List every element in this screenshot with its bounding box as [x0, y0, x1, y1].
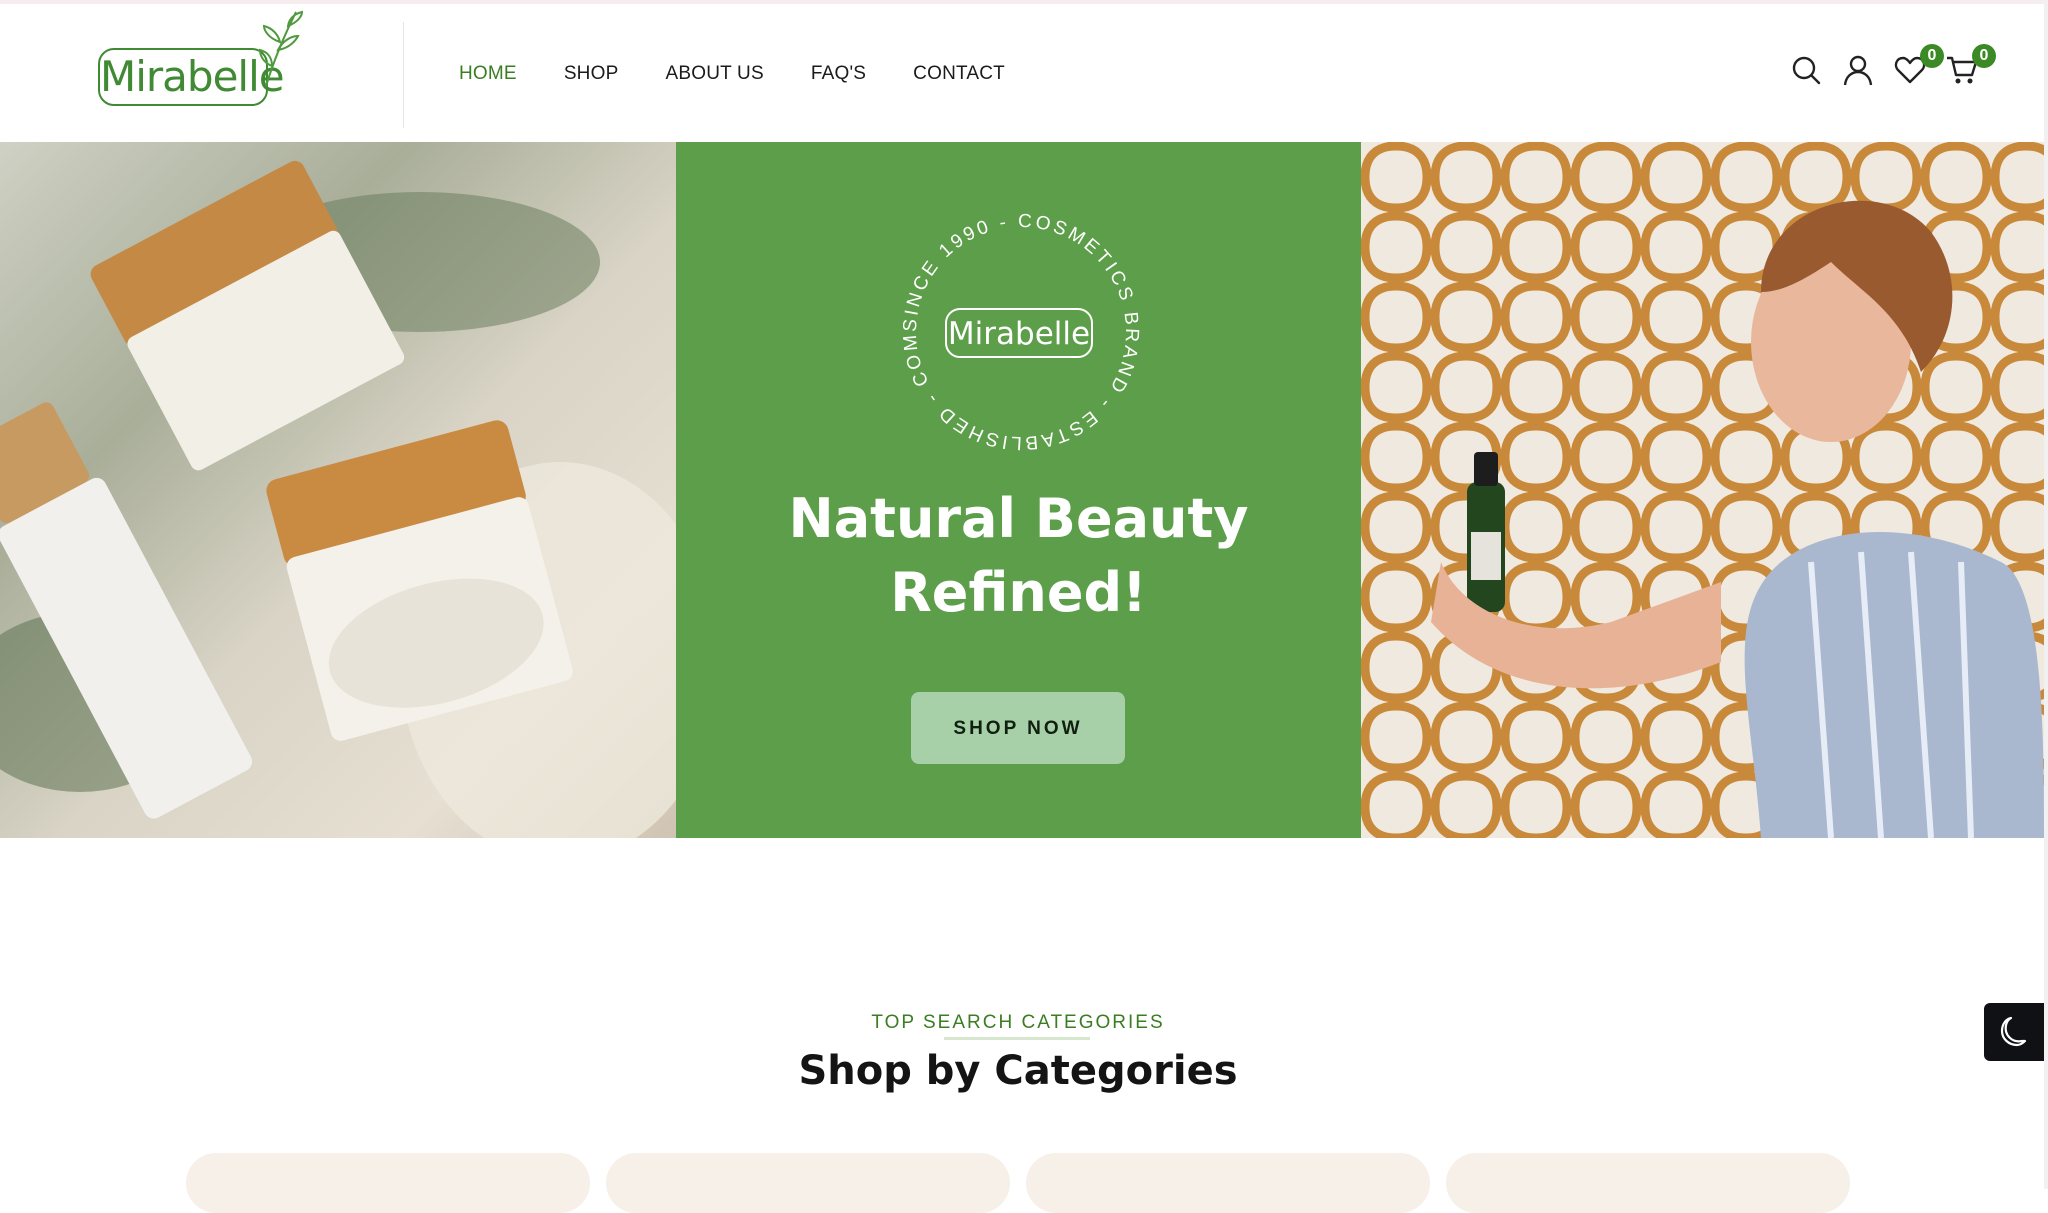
main-nav: HOME SHOP ABOUT US FAQ'S CONTACT — [459, 54, 1052, 94]
hero-title: Natural Beauty Refined! — [676, 482, 1361, 630]
woman-holding-serum-bottle-photo — [1361, 142, 2044, 838]
leaf-sprig-icon — [258, 10, 304, 87]
stamp-logo-text: Mirabelle — [948, 316, 1090, 352]
nav-contact[interactable]: CONTACT — [913, 54, 1005, 94]
brand-logo[interactable]: Mirabelle — [98, 8, 304, 112]
nav-shop[interactable]: SHOP — [564, 54, 619, 94]
category-card[interactable] — [606, 1153, 1010, 1213]
nav-home[interactable]: HOME — [459, 54, 517, 94]
category-card[interactable] — [1446, 1153, 1850, 1213]
cosmetic-jars-photo — [0, 142, 676, 838]
moon-icon — [2000, 1016, 2027, 1047]
search-icon[interactable] — [1790, 54, 1822, 86]
section-eyebrow: TOP SEARCH CATEGORIES — [871, 1012, 1165, 1033]
cosmetic-jars-illustration — [0, 160, 676, 838]
hero-title-line1: Natural Beauty — [788, 487, 1249, 550]
eyebrow-underline — [944, 1037, 1090, 1040]
wishlist-count-badge: 0 — [1920, 44, 1944, 68]
user-icon[interactable] — [1842, 54, 1874, 86]
site-header: Mirabelle HOME SHOP ABOUT US FAQ'S CONTA… — [0, 4, 2044, 142]
shop-now-button[interactable]: SHOP NOW — [911, 692, 1125, 764]
nav-faqs[interactable]: FAQ'S — [811, 54, 866, 94]
logo-wordmark: Mirabelle — [98, 48, 285, 106]
category-card[interactable] — [186, 1153, 590, 1213]
hero-center-panel: SINCE 1990 - COSMETICS BRAND - ESTABLISH… — [676, 142, 1361, 838]
category-card[interactable] — [1026, 1153, 1430, 1213]
theme-toggle-button[interactable] — [1984, 1003, 2048, 1061]
page-scrollbar[interactable] — [2044, 0, 2048, 1189]
brand-stamp-badge: SINCE 1990 - COSMETICS BRAND - ESTABLISH… — [896, 207, 1139, 453]
nav-about-us[interactable]: ABOUT US — [665, 54, 763, 94]
header-divider — [403, 22, 404, 128]
section-title: Shop by Categories — [798, 1048, 1238, 1094]
cart-count-badge: 0 — [1972, 44, 1996, 68]
hero-banner: SINCE 1990 - COSMETICS BRAND - ESTABLISH… — [0, 142, 2044, 838]
model-illustration — [1361, 142, 2044, 838]
hero-title-line2: Refined! — [890, 561, 1147, 624]
